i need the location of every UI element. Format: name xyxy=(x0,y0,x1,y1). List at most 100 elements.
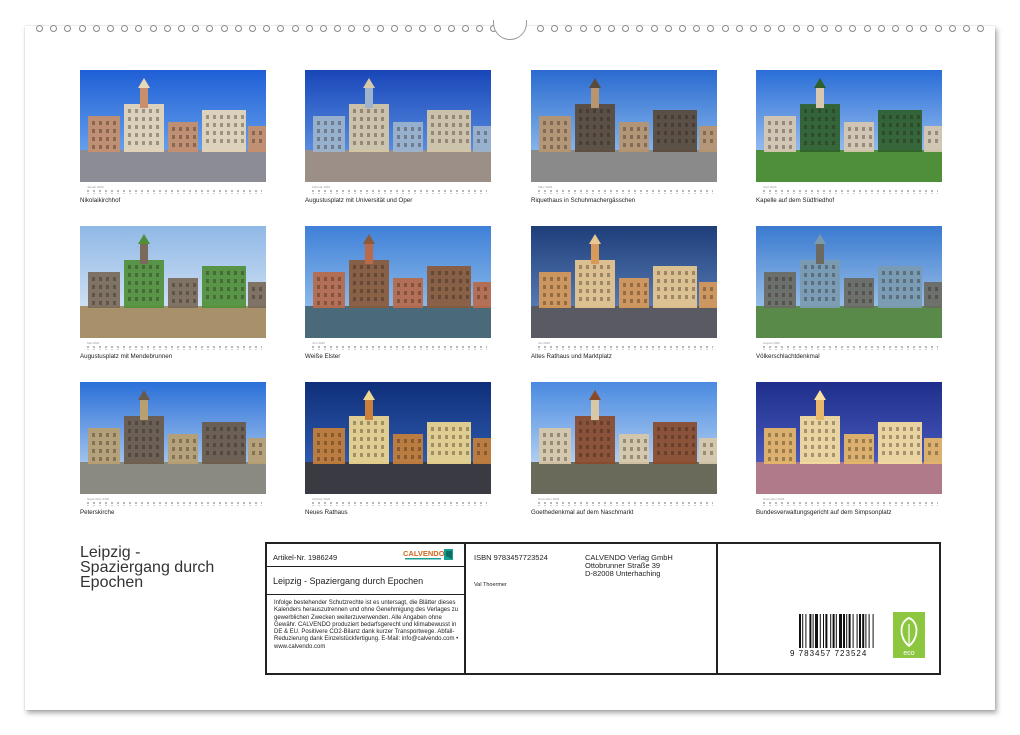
binding-ring xyxy=(206,25,213,32)
mini-calendar: November 2026 xyxy=(531,494,717,508)
divider xyxy=(267,566,464,567)
photo-caption: Völkerschlachtdenkmal xyxy=(756,353,942,360)
month-photo xyxy=(305,382,491,494)
day-numbers xyxy=(87,190,262,192)
binding-ring xyxy=(849,25,856,32)
mini-calendar: April 2026 xyxy=(756,182,942,196)
binding-ring xyxy=(935,25,942,32)
binding-ring xyxy=(892,25,899,32)
binding-ring xyxy=(178,25,185,32)
divider xyxy=(464,544,466,673)
day-numbers xyxy=(763,346,938,348)
day-numbers xyxy=(538,190,713,192)
calvendo-logo: CALVENDO xyxy=(403,548,458,562)
day-names xyxy=(87,193,262,194)
month-label: August 2026 xyxy=(763,341,780,345)
binding-ring xyxy=(835,25,842,32)
mini-calendar: Februar 2026 xyxy=(305,182,491,196)
binding-ring xyxy=(764,25,771,32)
month-tile: Januar 2026 Nikolaikirchhof xyxy=(80,70,266,204)
day-names xyxy=(538,505,713,506)
binding-ring xyxy=(636,25,643,32)
binding-ring xyxy=(107,25,114,32)
day-numbers xyxy=(763,502,938,504)
photo-caption: Kapelle auf dem Südfriedhof xyxy=(756,197,942,204)
binding-ring xyxy=(277,25,284,32)
photo-caption: Nikolaikirchhof xyxy=(80,197,266,204)
month-label: September 2026 xyxy=(87,497,109,501)
barcode-number: 9 783457 723524 xyxy=(790,649,867,658)
month-photo xyxy=(756,226,942,338)
day-numbers xyxy=(87,346,262,348)
month-photo xyxy=(531,70,717,182)
mini-calendar: August 2026 xyxy=(756,338,942,352)
binding-ring xyxy=(551,25,558,32)
binding-ring xyxy=(793,25,800,32)
photo-caption: Riquethaus in Schuhmachergässchen xyxy=(531,197,717,204)
day-numbers xyxy=(763,190,938,192)
binding-ring xyxy=(334,25,341,32)
day-numbers xyxy=(312,190,487,192)
binding-ring xyxy=(135,25,142,32)
month-tile: März 2026 Riquethaus in Schuhmachergässch… xyxy=(531,70,717,204)
month-label: Dezember 2026 xyxy=(763,497,784,501)
binding-ring xyxy=(594,25,601,32)
month-label: Oktober 2026 xyxy=(312,497,330,501)
binding-ring xyxy=(434,25,441,32)
binding-ring xyxy=(963,25,970,32)
binding-ring xyxy=(665,25,672,32)
photo-caption: Peterskirche xyxy=(80,509,266,516)
binding-ring xyxy=(736,25,743,32)
month-tile: August 2026 Völkerschlachtdenkmal xyxy=(756,226,942,360)
month-tile: April 2026Kapelle auf dem Südfriedhof xyxy=(756,70,942,204)
mini-calendar: September 2026 xyxy=(80,494,266,508)
binding-ring xyxy=(249,25,256,32)
month-tile: Oktober 2026 Neues Rathaus xyxy=(305,382,491,516)
mini-calendar: Januar 2026 xyxy=(80,182,266,196)
binding-ring xyxy=(906,25,913,32)
binding-ring xyxy=(348,25,355,32)
day-names xyxy=(538,349,713,350)
month-tile: September 2026 Peterskirche xyxy=(80,382,266,516)
binding-ring xyxy=(476,25,483,32)
binding-ring xyxy=(391,25,398,32)
day-names xyxy=(87,505,262,506)
month-label: Januar 2026 xyxy=(87,185,104,189)
month-tile: Dezember 2026Bundesverwaltungsgericht au… xyxy=(756,382,942,516)
month-photo xyxy=(305,70,491,182)
month-photo xyxy=(756,70,942,182)
month-label: März 2026 xyxy=(538,185,552,189)
day-numbers xyxy=(538,346,713,348)
binding-ring xyxy=(565,25,572,32)
cover-title-line: Spaziergang durch xyxy=(80,560,255,575)
binding-ring xyxy=(150,25,157,32)
binding-ring xyxy=(821,25,828,32)
month-label: November 2026 xyxy=(538,497,559,501)
binding-ring xyxy=(363,25,370,32)
day-numbers xyxy=(87,502,262,504)
binding-ring xyxy=(164,25,171,32)
month-label: Juni 2026 xyxy=(312,341,325,345)
day-names xyxy=(538,193,713,194)
day-names xyxy=(87,349,262,350)
day-numbers xyxy=(538,502,713,504)
month-tile: Juni 2026Weiße Elster xyxy=(305,226,491,360)
divider xyxy=(716,544,718,673)
binding-ring xyxy=(221,25,228,32)
binding-ring xyxy=(79,25,86,32)
cover-title-line: Leipzig - xyxy=(80,545,255,560)
photo-caption: Augustusplatz mit Universität und Oper xyxy=(305,197,491,204)
mini-calendar: Dezember 2026 xyxy=(756,494,942,508)
binding-ring xyxy=(622,25,629,32)
isbn: ISBN 9783457723524 xyxy=(474,553,548,562)
binding-ring xyxy=(807,25,814,32)
day-names xyxy=(763,349,938,350)
day-names xyxy=(312,193,487,194)
photo-caption: Goethedenkmal auf dem Naschmarkt xyxy=(531,509,717,516)
binding-ring xyxy=(693,25,700,32)
binding-ring xyxy=(306,25,313,32)
photo-caption: Neues Rathaus xyxy=(305,509,491,516)
photo-caption: Augustusplatz mit Mendebrunnen xyxy=(80,353,266,360)
binding-ring xyxy=(778,25,785,32)
author: Val Thoermer xyxy=(474,582,507,588)
